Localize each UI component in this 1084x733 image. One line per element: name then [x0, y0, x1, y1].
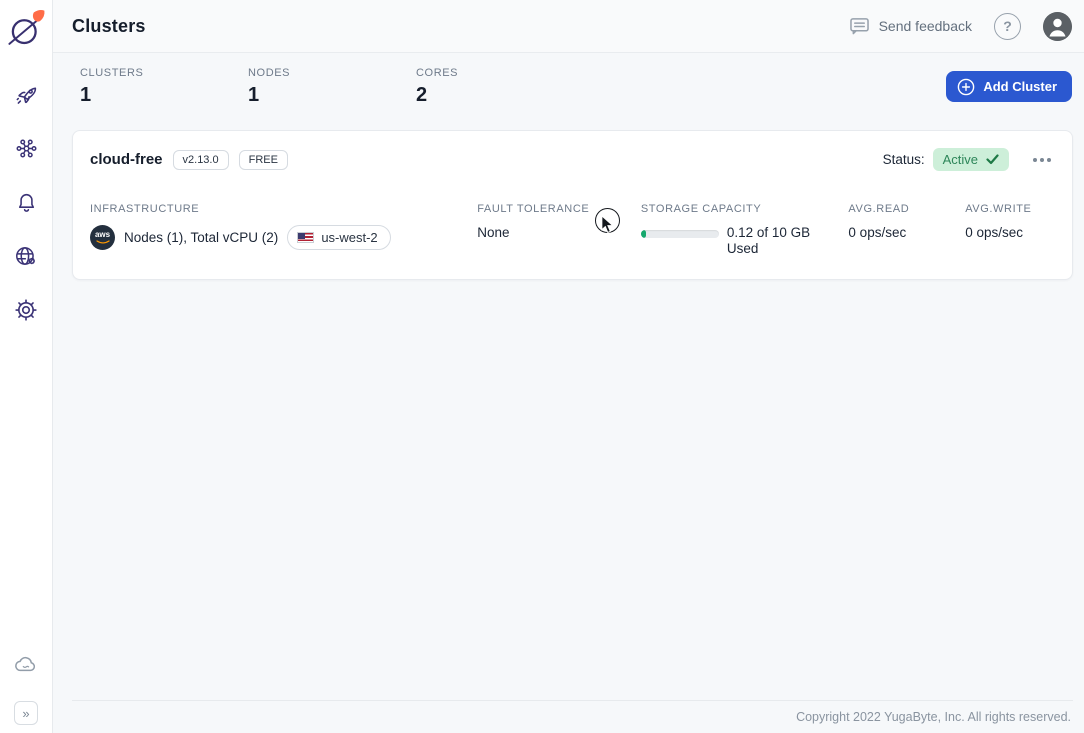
avg-write-column: AVG.WRITE 0 ops/sec	[965, 203, 1055, 257]
sidebar-item-network-access[interactable]	[6, 236, 46, 276]
sidebar-item-settings[interactable]	[6, 290, 46, 330]
settings-gear-icon	[15, 299, 37, 321]
us-flag-icon	[297, 232, 315, 243]
storage-progress-fill	[640, 230, 646, 238]
cluster-tier-badge: FREE	[238, 149, 288, 170]
main-area: Clusters Send feedback ? CLUSTERS 1 NODE…	[53, 0, 1084, 733]
yugabyte-logo-icon	[8, 10, 45, 45]
stat-clusters: CLUSTERS 1	[80, 67, 248, 107]
clusters-network-icon	[16, 139, 37, 157]
stat-cores: CORES 2	[416, 67, 584, 107]
stat-nodes: NODES 1	[248, 67, 416, 107]
plus-circle-icon	[958, 78, 975, 95]
stat-cores-label: CORES	[416, 66, 459, 79]
avg-read-value: 0 ops/sec	[848, 225, 907, 240]
status-value: Active	[942, 152, 978, 167]
help-button[interactable]: ?	[994, 12, 1021, 40]
storage-capacity-label: STORAGE CAPACITY	[640, 203, 762, 215]
storage-progress-bar	[640, 230, 719, 238]
region-pill: us-west-2	[287, 225, 391, 250]
cluster-stats-row: CLUSTERS 1 NODES 1 CORES 2 Add Cluster	[53, 53, 1084, 120]
sidebar: »	[0, 0, 53, 733]
sidebar-item-clusters[interactable]	[6, 128, 46, 168]
user-avatar-icon	[1043, 11, 1072, 41]
stat-clusters-label: CLUSTERS	[80, 66, 144, 79]
infrastructure-label: INFRASTRUCTURE	[90, 203, 200, 215]
send-feedback-label: Send feedback	[878, 18, 972, 34]
avg-read-label: AVG.READ	[848, 203, 910, 215]
infrastructure-column: INFRASTRUCTURE aws Nodes (1), Total vCPU…	[90, 203, 477, 257]
user-avatar[interactable]	[1043, 11, 1072, 41]
aws-label: aws	[94, 230, 111, 239]
status-label: Status:	[882, 152, 925, 167]
top-bar: Clusters Send feedback ?	[53, 0, 1084, 53]
question-mark-icon: ?	[1003, 18, 1012, 34]
network-access-globe-gear-icon	[16, 247, 35, 265]
cloud-icon	[15, 656, 36, 672]
cluster-status: Status: Active	[883, 148, 1055, 171]
avg-write-value: 0 ops/sec	[965, 225, 1023, 240]
cluster-name[interactable]: cloud-free	[90, 151, 163, 168]
yugabyte-logo[interactable]	[0, 0, 53, 58]
aws-smile-icon	[95, 240, 110, 244]
storage-capacity-column: STORAGE CAPACITY 0.12 of 10 GB Used	[640, 203, 849, 257]
add-cluster-label: Add Cluster	[983, 79, 1057, 94]
fault-tolerance-value: None	[477, 225, 510, 240]
sidebar-item-alerts[interactable]	[6, 182, 46, 222]
cluster-card[interactable]: cloud-free v2.13.0 FREE Status: Active I…	[72, 130, 1073, 280]
footer: Copyright 2022 YugaByte, Inc. All rights…	[72, 700, 1073, 733]
cloud-status-icon[interactable]	[6, 645, 46, 685]
send-feedback-button[interactable]: Send feedback	[849, 17, 972, 35]
rocket-icon	[16, 86, 36, 104]
stat-clusters-value: 1	[80, 83, 92, 106]
page-title: Clusters	[72, 15, 146, 36]
stat-nodes-label: NODES	[248, 66, 291, 79]
storage-capacity-value: 0.12 of 10 GB Used	[726, 225, 811, 256]
add-cluster-button[interactable]: Add Cluster	[946, 71, 1072, 102]
cluster-actions-menu-button[interactable]	[1029, 152, 1055, 168]
cluster-card-header: cloud-free v2.13.0 FREE Status: Active	[90, 148, 1055, 171]
stat-nodes-value: 1	[248, 83, 260, 106]
infrastructure-value: Nodes (1), Total vCPU (2)	[124, 230, 279, 245]
cluster-card-body: INFRASTRUCTURE aws Nodes (1), Total vCPU…	[90, 203, 1055, 257]
expand-sidebar-button[interactable]: »	[14, 701, 38, 725]
check-icon	[986, 154, 999, 165]
cluster-version-badge: v2.13.0	[172, 149, 229, 170]
feedback-message-icon	[849, 18, 869, 35]
copyright-text: Copyright 2022 YugaByte, Inc. All rights…	[796, 710, 1071, 724]
alerts-bell-icon	[18, 193, 34, 212]
sidebar-bottom: »	[6, 645, 46, 733]
topbar-actions: Send feedback ?	[849, 11, 1072, 41]
region-name: us-west-2	[321, 230, 378, 245]
avg-read-column: AVG.READ 0 ops/sec	[848, 203, 965, 257]
sidebar-item-getting-started[interactable]	[6, 74, 46, 114]
stat-cores-value: 2	[416, 83, 428, 106]
avg-write-label: AVG.WRITE	[965, 203, 1032, 215]
fault-tolerance-label: FAULT TOLERANCE	[477, 203, 590, 215]
aws-provider-icon: aws	[90, 225, 115, 250]
fault-tolerance-column: FAULT TOLERANCE None	[477, 203, 641, 257]
status-badge: Active	[932, 148, 1009, 171]
